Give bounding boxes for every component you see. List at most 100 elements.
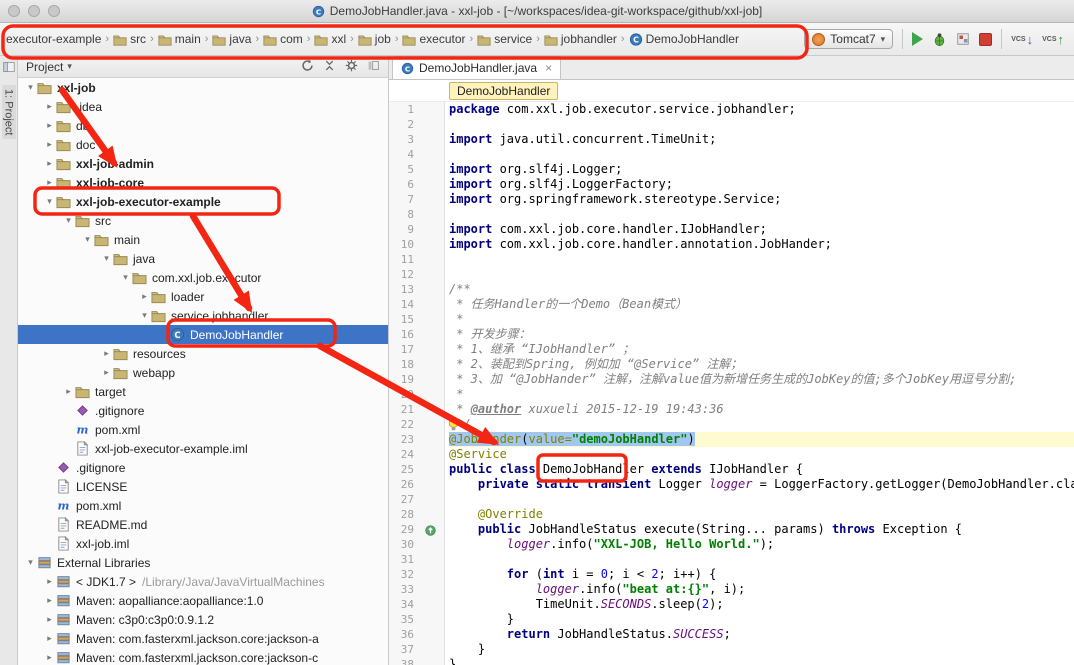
tree-item-maven-aopalliance-aopalliance-1.0[interactable]: ▸Maven: aopalliance:aopalliance:1.0 — [18, 591, 388, 610]
tree-item-.gitignore[interactable]: .gitignore — [18, 401, 388, 420]
code-token: * 1、继承 “IJobHandler” ； — [449, 342, 634, 356]
tree-item-loader[interactable]: ▸loader — [18, 287, 388, 306]
stop-button[interactable] — [979, 33, 992, 46]
tree-item-maven-com.fasterxml.jackson.core-jackson-a[interactable]: ▸ Maven: com.fasterxml.jackson.core:jacks… — [18, 629, 388, 648]
tree-item-external-libraries[interactable]: ▾External Libraries — [18, 553, 388, 572]
expanded-arrow-icon[interactable]: ▾ — [24, 557, 37, 568]
tree-item-pom.xml[interactable]: mpom.xml — [18, 496, 388, 515]
tree-item-xxl-job-executor-example[interactable]: ▾xxl-job-executor-example — [18, 192, 388, 211]
breadcrumb-item-service[interactable]: service — [475, 31, 534, 47]
tree-item-xxl-job-core[interactable]: ▸xxl-job-core — [18, 173, 388, 192]
breadcrumb-item-xxl[interactable]: xxl — [312, 31, 348, 47]
tree-item-java[interactable]: ▾java — [18, 249, 388, 268]
collapsed-arrow-icon[interactable]: ▸ — [43, 614, 56, 625]
code-line-14: * 任务Handler的一个Demo（Bean模式） — [449, 297, 1074, 312]
close-window-button[interactable] — [8, 5, 20, 17]
expanded-arrow-icon[interactable]: ▾ — [43, 196, 56, 207]
project-tree[interactable]: ▾xxl-job▸.idea▸db▸doc▸xxl-job-admin▸xxl-… — [18, 78, 388, 665]
collapsed-arrow-icon[interactable]: ▸ — [43, 120, 56, 131]
tree-item-pom.xml[interactable]: mpom.xml — [18, 420, 388, 439]
run-configuration-select[interactable]: Tomcat7 ▾ — [804, 29, 893, 49]
expanded-arrow-icon[interactable]: ▾ — [138, 310, 151, 321]
breadcrumb-item-com[interactable]: com — [261, 31, 305, 47]
collapsed-arrow-icon[interactable]: ▸ — [100, 367, 113, 378]
tree-item-doc[interactable]: ▸doc — [18, 135, 388, 154]
breadcrumb-item-main[interactable]: main — [156, 31, 203, 47]
collapsed-arrow-icon[interactable]: ▸ — [43, 595, 56, 606]
collapsed-arrow-icon[interactable]: ▸ — [62, 386, 75, 397]
expanded-arrow-icon[interactable]: ▾ — [119, 272, 132, 283]
gear-icon[interactable] — [345, 59, 358, 75]
code-line-23: @JobHander(value="demoJobHandler") — [449, 432, 1074, 447]
overriding-method-icon[interactable] — [425, 523, 436, 541]
code-line-22: */ — [449, 417, 1074, 432]
run-with-coverage-button[interactable] — [956, 32, 970, 46]
tree-item-readme.md[interactable]: README.md — [18, 515, 388, 534]
tree-item-license[interactable]: LICENSE — [18, 477, 388, 496]
breadcrumb-item-executor-example[interactable]: executor-example — [4, 31, 103, 47]
tree-item-.gitignore[interactable]: .gitignore — [18, 458, 388, 477]
tree-item-jdk1.7[interactable]: ▸< JDK1.7 >/Library/Java/JavaVirtualMach… — [18, 572, 388, 591]
collapsed-arrow-icon[interactable]: ▸ — [138, 291, 151, 302]
tree-item-com.xxl.job.executor[interactable]: ▾com.xxl.job.executor — [18, 268, 388, 287]
close-tab-icon[interactable]: × — [545, 62, 552, 74]
editor-tab-demojobhandler[interactable]: C DemoJobHandler.java × — [392, 56, 561, 79]
tree-item-.idea[interactable]: ▸.idea — [18, 97, 388, 116]
run-button[interactable] — [912, 32, 923, 46]
tree-item-target[interactable]: ▸target — [18, 382, 388, 401]
code-token: } — [449, 612, 514, 626]
code-area[interactable]: 1234567891011121314151617181920212223242… — [389, 102, 1074, 665]
expanded-arrow-icon[interactable]: ▾ — [100, 253, 113, 264]
collapsed-arrow-icon[interactable]: ▸ — [43, 576, 56, 587]
code-content[interactable]: package com.xxl.job.executor.service.job… — [445, 102, 1074, 665]
line-number: 13 — [389, 282, 414, 297]
minimize-window-button[interactable] — [28, 5, 40, 17]
project-tool-window-button[interactable]: 1: Project — [2, 85, 16, 139]
zoom-window-button[interactable] — [48, 5, 60, 17]
project-panel-title-wrap[interactable]: Project ▾ — [26, 60, 72, 74]
breadcrumb-item-src[interactable]: src — [111, 31, 148, 47]
collapsed-arrow-icon[interactable]: ▸ — [100, 348, 113, 359]
vcs-update-button[interactable]: VCS ↓ — [1011, 33, 1033, 46]
tree-item-src[interactable]: ▾src — [18, 211, 388, 230]
collapsed-arrow-icon[interactable]: ▸ — [43, 158, 56, 169]
tree-item-maven-com.fasterxml.jackson.core-jackson-c[interactable]: ▸Maven: com.fasterxml.jackson.core:jacks… — [18, 648, 388, 665]
breadcrumb-item-job[interactable]: job — [356, 31, 393, 47]
collapsed-arrow-icon[interactable]: ▸ — [43, 101, 56, 112]
vcs-commit-button[interactable]: VCS ↑ — [1042, 33, 1064, 46]
tree-item-demojobhandler[interactable]: CDemoJobHandler — [18, 325, 388, 344]
collapse-all-icon[interactable] — [323, 59, 336, 75]
collapsed-arrow-icon[interactable]: ▸ — [43, 652, 56, 663]
intention-bulb-icon[interactable] — [447, 418, 460, 436]
collapsed-arrow-icon[interactable]: ▸ — [43, 633, 56, 644]
breadcrumb-item-label: service — [494, 32, 532, 46]
line-number: 5 — [389, 162, 414, 177]
breadcrumb-item-demojobhandler[interactable]: CDemoJobHandler — [627, 31, 741, 47]
expanded-arrow-icon[interactable]: ▾ — [81, 234, 94, 245]
breadcrumb-item-label: xxl — [331, 32, 346, 46]
tree-item-webapp[interactable]: ▸webapp — [18, 363, 388, 382]
debug-button[interactable] — [932, 32, 947, 47]
expanded-arrow-icon[interactable]: ▾ — [24, 82, 37, 93]
collapsed-arrow-icon[interactable]: ▸ — [43, 177, 56, 188]
tree-item-main[interactable]: ▾main — [18, 230, 388, 249]
hide-panel-icon[interactable] — [367, 59, 380, 75]
breadcrumb-item-jobhandler[interactable]: jobhandler — [542, 31, 619, 47]
tree-item-db[interactable]: ▸db — [18, 116, 388, 135]
tree-item-maven-c3p0-c3p0-0.9.1.2[interactable]: ▸Maven: c3p0:c3p0:0.9.1.2 — [18, 610, 388, 629]
editor-breadcrumb-class[interactable]: DemoJobHandler — [449, 82, 558, 100]
tree-item-xxl-job.iml[interactable]: xxl-job.iml — [18, 534, 388, 553]
code-token: .sleep( — [651, 597, 702, 611]
tree-item-xxl-job[interactable]: ▾xxl-job — [18, 78, 388, 97]
tree-item-resources[interactable]: ▸resources — [18, 344, 388, 363]
tree-item-xxl-job-admin[interactable]: ▸xxl-job-admin — [18, 154, 388, 173]
tree-item-label: Maven: com.fasterxml.jackson.core:jackso… — [76, 632, 319, 646]
breadcrumb-item-executor[interactable]: executor — [400, 31, 467, 47]
expanded-arrow-icon[interactable]: ▾ — [62, 215, 75, 226]
tree-item-xxl-job-executor-example.iml[interactable]: xxl-job-executor-example.iml — [18, 439, 388, 458]
tree-item-service.jobhandler[interactable]: ▾service.jobhandler — [18, 306, 388, 325]
sync-icon[interactable] — [301, 59, 314, 75]
breadcrumb-item-java[interactable]: java — [210, 31, 253, 47]
collapsed-arrow-icon[interactable]: ▸ — [43, 139, 56, 150]
editor-gutter[interactable]: 1234567891011121314151617181920212223242… — [389, 102, 445, 665]
